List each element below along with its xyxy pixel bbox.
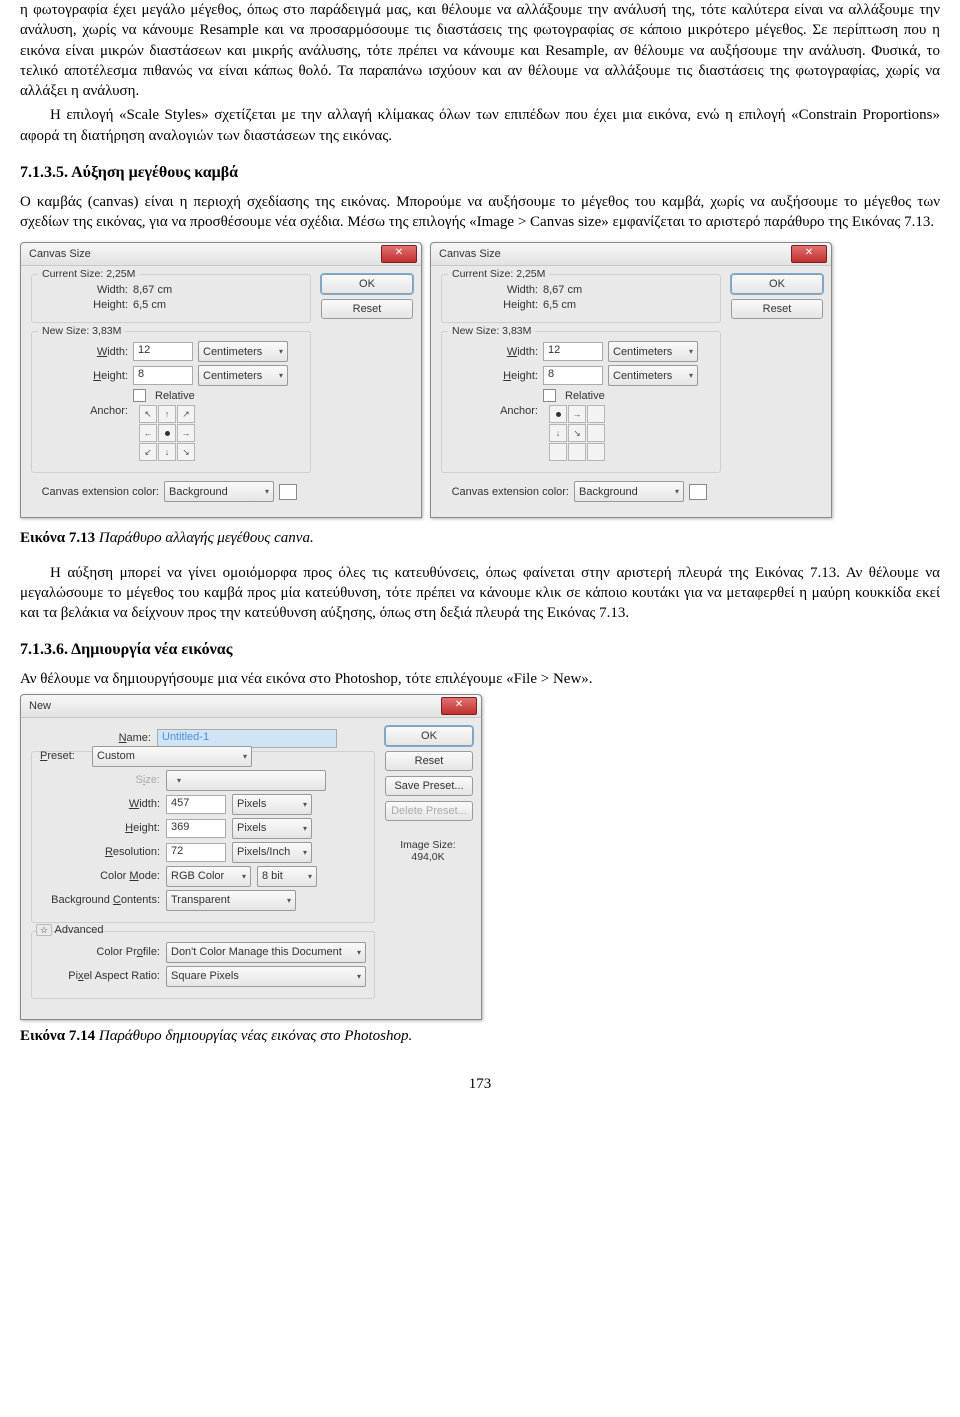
height-label: Height: (40, 370, 128, 382)
resolution-input[interactable]: 72 (166, 843, 226, 862)
heading-7135: 7.1.3.5. Αύξηση μεγέθους καμβά (20, 164, 940, 182)
resolution-label: Resolution: (40, 846, 160, 858)
colormode-label: Color Mode: (40, 870, 160, 882)
canvas-size-dialog-left: Canvas Size ✕ Current Size: 2,25M Width:… (20, 242, 422, 518)
width-input[interactable]: 457 (166, 795, 226, 814)
anchor-grid[interactable]: ↖↑↗ ←→ ↙↓↘ (139, 405, 195, 461)
pixelaspect-label: Pixel Aspect Ratio: (40, 970, 160, 982)
anchor-label: Anchor: (450, 405, 538, 417)
titlebar: Canvas Size ✕ (21, 243, 421, 266)
bitdepth-select[interactable]: 8 bit (257, 866, 317, 887)
bgcontents-label: Background Contents: (40, 894, 160, 906)
current-size-group: Current Size: 2,25M Width:8,67 cm Height… (31, 274, 311, 323)
dialog-title: Canvas Size (29, 248, 91, 260)
image-size-info: Image Size:494,0K (385, 839, 471, 863)
preset-select[interactable]: Custom (92, 746, 252, 767)
titlebar: New ✕ (21, 695, 481, 718)
reset-button[interactable]: Reset (385, 751, 473, 771)
close-icon[interactable]: ✕ (441, 697, 477, 715)
heading-7136: 7.1.3.6. Δημιουργία νέα εικόνας (20, 641, 940, 659)
ok-button[interactable]: OK (731, 274, 823, 294)
new-size-label: New Size: 3,83M (38, 325, 125, 337)
name-label: Name: (31, 732, 151, 744)
height-unit-select[interactable]: Centimeters (198, 365, 288, 386)
page-number: 173 (20, 1076, 940, 1093)
width-unit-select[interactable]: Centimeters (608, 341, 698, 362)
width-label: Width: (450, 346, 538, 358)
height-unit-select[interactable]: Centimeters (608, 365, 698, 386)
height-input[interactable]: 8 (543, 366, 603, 385)
close-icon[interactable]: ✕ (381, 245, 417, 263)
height-label: Height: (40, 822, 160, 834)
relative-label: Relative (155, 390, 195, 402)
close-icon[interactable]: ✕ (791, 245, 827, 263)
titlebar: Canvas Size ✕ (431, 243, 831, 266)
paragraph: Η αύξηση μπορεί να γίνει ομοιόμορφα προς… (20, 563, 940, 624)
width-value: 8,67 cm (543, 284, 582, 296)
advanced-label: Advanced (55, 924, 104, 936)
ok-button[interactable]: OK (385, 726, 473, 746)
width-label: Width: (40, 346, 128, 358)
height-label: Height: (450, 299, 538, 311)
figure-caption-713: Εικόνα 7.13 Παράθυρο αλλαγής μεγέθους ca… (20, 528, 940, 548)
height-unit-select[interactable]: Pixels (232, 818, 312, 839)
width-value: 8,67 cm (133, 284, 172, 296)
canvas-size-dialog-right: Canvas Size ✕ Current Size: 2,25M Width:… (430, 242, 832, 518)
height-label: Height: (450, 370, 538, 382)
extension-color-label: Canvas extension color: (31, 486, 159, 498)
pixelaspect-select[interactable]: Square Pixels (166, 966, 366, 987)
width-label: Width: (40, 284, 128, 296)
delete-preset-button: Delete Preset... (385, 801, 473, 821)
paragraph: Η επιλογή «Scale Styles» σχετίζεται με τ… (20, 105, 940, 146)
width-input[interactable]: 12 (543, 342, 603, 361)
new-size-label: New Size: 3,83M (448, 325, 535, 337)
figure-713: Canvas Size ✕ Current Size: 2,25M Width:… (20, 242, 940, 518)
paragraph: Ο καμβάς (canvas) είναι η περιοχή σχεδία… (20, 192, 940, 233)
colorprofile-select[interactable]: Don't Color Manage this Document (166, 942, 366, 963)
bgcontents-select[interactable]: Transparent (166, 890, 296, 911)
width-unit-select[interactable]: Centimeters (198, 341, 288, 362)
color-swatch[interactable] (689, 484, 707, 500)
extension-color-label: Canvas extension color: (441, 486, 569, 498)
height-value: 6,5 cm (133, 299, 166, 311)
paragraph: η φωτογραφία έχει μεγάλο μέγεθος, όπως σ… (20, 0, 940, 101)
reset-button[interactable]: Reset (321, 299, 413, 319)
new-size-group: New Size: 3,83M Width:12Centimeters Heig… (31, 331, 311, 473)
dialog-title: Canvas Size (439, 248, 501, 260)
anchor-grid[interactable]: → ↓↘ (549, 405, 605, 461)
dialog-title: New (29, 700, 51, 712)
width-unit-select[interactable]: Pixels (232, 794, 312, 815)
width-label: Width: (40, 798, 160, 810)
preset-label: Preset: (40, 750, 86, 762)
figure-caption-714: Εικόνα 7.14 Παράθυρο δημιουργίας νέας ει… (20, 1026, 940, 1046)
size-select (166, 770, 326, 791)
colormode-select[interactable]: RGB Color (166, 866, 251, 887)
save-preset-button[interactable]: Save Preset... (385, 776, 473, 796)
paragraph: Αν θέλουμε να δημιουργήσουμε μια νέα εικ… (20, 669, 940, 689)
resolution-unit-select[interactable]: Pixels/Inch (232, 842, 312, 863)
height-value: 6,5 cm (543, 299, 576, 311)
new-dialog: New ✕ Name:Untitled-1 Preset:Custom Size… (20, 694, 482, 1020)
relative-label: Relative (565, 390, 605, 402)
width-label: Width: (450, 284, 538, 296)
extension-color-select[interactable]: Background (164, 481, 274, 502)
ok-button[interactable]: OK (321, 274, 413, 294)
relative-checkbox[interactable] (133, 389, 146, 402)
relative-checkbox[interactable] (543, 389, 556, 402)
height-input[interactable]: 8 (133, 366, 193, 385)
reset-button[interactable]: Reset (731, 299, 823, 319)
height-label: Height: (40, 299, 128, 311)
width-input[interactable]: 12 (133, 342, 193, 361)
colorprofile-label: Color Profile: (40, 946, 160, 958)
anchor-label: Anchor: (40, 405, 128, 417)
size-label: Size: (40, 774, 160, 786)
height-input[interactable]: 369 (166, 819, 226, 838)
extension-color-select[interactable]: Background (574, 481, 684, 502)
color-swatch[interactable] (279, 484, 297, 500)
advanced-toggle[interactable]: ☆ (36, 924, 52, 936)
current-size-label: Current Size: 2,25M (38, 268, 139, 280)
current-size-label: Current Size: 2,25M (448, 268, 549, 280)
